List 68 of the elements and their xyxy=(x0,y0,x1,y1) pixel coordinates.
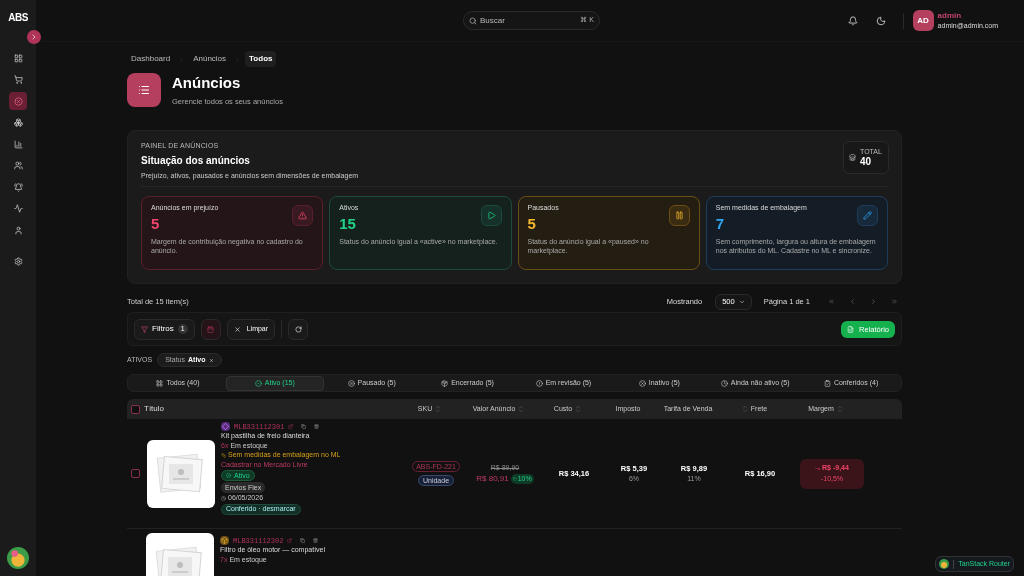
calendar-icon xyxy=(207,325,215,333)
x-circle-icon xyxy=(638,379,646,387)
warning-icon xyxy=(292,205,314,227)
user-avatar[interactable]: AD xyxy=(912,10,934,31)
clipboard-icon xyxy=(823,379,831,387)
list-icon xyxy=(127,73,161,108)
cart-icon xyxy=(13,75,23,84)
caret-icon xyxy=(738,298,745,305)
select-all-checkbox[interactable] xyxy=(131,404,140,414)
search-icon xyxy=(469,16,477,25)
clock-icon xyxy=(221,496,226,501)
theme-icon[interactable] xyxy=(875,15,886,26)
close-icon xyxy=(233,325,241,333)
grid-icon xyxy=(156,379,164,387)
collapse-button[interactable] xyxy=(27,30,41,44)
bell-icon xyxy=(13,182,23,192)
previous-page-icon[interactable] xyxy=(849,298,856,306)
diamond-icon xyxy=(221,422,230,432)
alert-icon xyxy=(535,379,543,387)
stat-value: 5 xyxy=(527,214,536,233)
pause-icon xyxy=(668,205,690,227)
breadcrumb-link[interactable]: Dashboard xyxy=(127,51,175,67)
search-input[interactable]: Buscar xyxy=(480,14,578,27)
pause-icon xyxy=(347,379,355,387)
copy-icon[interactable] xyxy=(301,424,307,430)
trend-down-icon xyxy=(815,466,821,471)
close-icon[interactable] xyxy=(208,357,214,363)
spreadsheet-icon xyxy=(847,325,854,333)
chart-icon xyxy=(13,139,23,149)
panel-title: Situação dos anúncios xyxy=(141,153,251,168)
column-header[interactable]: Título xyxy=(144,404,164,414)
logo: ABS xyxy=(8,11,28,25)
delete-icon[interactable] xyxy=(313,538,319,544)
package-icon xyxy=(441,379,449,387)
pulse-icon xyxy=(13,204,23,213)
refresh-button[interactable] xyxy=(288,318,309,340)
copy-icon[interactable] xyxy=(300,538,306,544)
chevron-icon xyxy=(30,33,38,41)
grid-icon xyxy=(13,53,23,63)
breadcrumb-link[interactable]: Anúncios xyxy=(189,51,231,67)
row-checkbox[interactable] xyxy=(131,469,140,479)
box-icon xyxy=(220,536,229,546)
delete-icon[interactable] xyxy=(314,424,320,430)
pencil-icon xyxy=(857,205,878,227)
next-page-icon[interactable] xyxy=(870,298,877,306)
user-name: admin xyxy=(937,10,963,21)
users-icon xyxy=(13,161,23,170)
filter-icon xyxy=(141,325,148,333)
ruler-icon xyxy=(221,453,226,458)
check-circle-icon xyxy=(254,379,262,387)
breadcrumb-link[interactable]: Todos xyxy=(245,51,277,67)
stat-value: 7 xyxy=(715,214,725,233)
play-icon xyxy=(480,205,502,227)
avatar-icon[interactable] xyxy=(7,547,29,569)
logo-icon xyxy=(939,559,950,569)
user-icon xyxy=(13,225,23,235)
settings-icon xyxy=(13,257,23,266)
listing-price: R$ 80,91 xyxy=(476,473,509,485)
refresh-icon xyxy=(294,325,302,333)
badge-icon xyxy=(13,96,23,106)
clock-icon xyxy=(720,379,728,387)
page-title: Anúncios xyxy=(172,73,242,93)
stat-value: 5 xyxy=(151,214,160,233)
boxes-icon xyxy=(13,118,23,127)
notification-icon[interactable] xyxy=(847,15,858,26)
stat-value: 15 xyxy=(339,214,356,233)
store-icon xyxy=(849,154,856,162)
total-value: 40 xyxy=(860,157,873,168)
